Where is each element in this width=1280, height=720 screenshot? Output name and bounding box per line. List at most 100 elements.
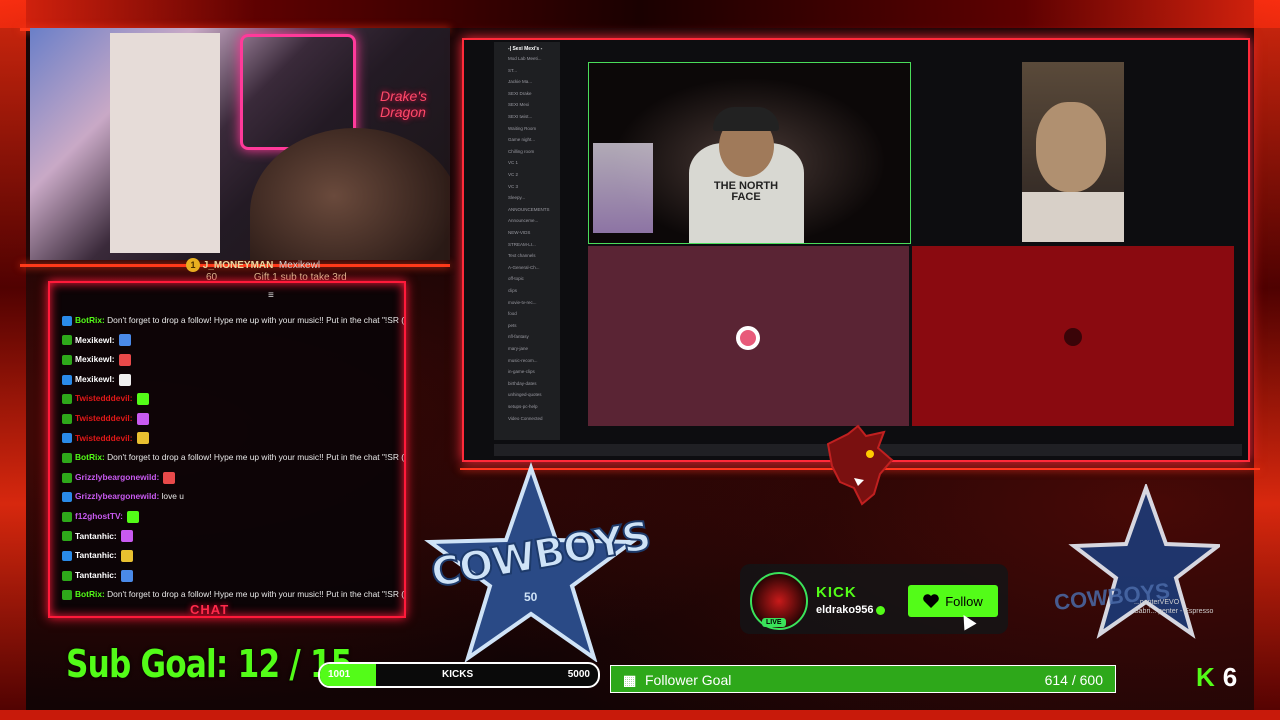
chat-message: Tantanhic: [62,529,133,543]
discord-channel-item[interactable]: Chilling room [508,149,534,154]
kick-k-icon: ▦ [623,672,637,688]
chat-username[interactable]: Mexikewl: [75,354,115,364]
webcam-feed: Drake's Dragon [30,28,450,260]
chat-username[interactable]: BotRix: [75,452,105,462]
channel-username-text: eldrako956 [816,604,874,616]
discord-channel-item[interactable]: Video Connected [508,416,542,421]
participant-shirt [1022,192,1124,242]
discord-channel-item[interactable]: ANNOUNCEMENTS [508,207,550,212]
discord-channel-item[interactable]: Text channels [508,253,536,258]
chat-message: BotRix: Don't forget to drop a follow! H… [62,313,404,327]
shirt-text: THE NORTH FACE [713,180,779,203]
cowboys-fifty: 50 [524,590,538,604]
discord-channel-item[interactable]: unhinged-quotes [508,392,542,397]
emote-icon [118,373,131,386]
chat-username[interactable]: Mexikewl: [75,374,115,384]
chat-text: Don't forget to drop a follow! Hype me u… [104,452,406,463]
discord-channel-item[interactable]: SEXI Drake [508,91,532,96]
discord-channel-item[interactable]: mary-jane [508,346,528,351]
discord-channel-item[interactable]: ST... [508,68,517,73]
frame-left-glow [0,0,26,720]
user-badge-icon [62,511,72,522]
chat-username[interactable]: BotRix: [75,589,105,599]
user-badge-icon [62,531,72,542]
emote-icon [120,569,133,582]
chat-username[interactable]: Grizzlybeargonewild: [75,472,159,482]
discord-channel-item[interactable]: Sleepy... [508,195,525,200]
user-avatar-icon [736,326,760,350]
user-badge-icon [62,590,72,601]
chat-text: love u [159,491,184,502]
chat-message: Grizzlybeargonewild: [62,470,176,484]
chat-message: Tantanhic: [62,568,133,582]
sub-goal: Sub Goal: 12 / 15 [66,642,352,686]
discord-channel-item[interactable]: Announceme... [508,218,538,223]
discord-channel-sidebar: -| Sexi Mexi's - Mod Lab Meeti... ST... Ja… [494,42,560,440]
discord-channel-item[interactable]: Waiting Room [508,126,536,131]
discord-channel-item[interactable]: Game night... [508,137,535,142]
follower-goal-label: Follower Goal [645,672,732,688]
discord-channel-item[interactable]: A-General-Ch... [508,265,540,270]
video-tile-participant [1022,62,1124,242]
chat-username[interactable]: Tantanhic: [75,531,117,541]
discord-channel-item[interactable]: SEXI twist... [508,114,532,119]
user-badge-icon [62,492,72,503]
now-playing-artist: ...penterVEVO [1134,599,1180,606]
kicks-progress-bar: 1001 KICKS 5000 [318,662,600,688]
frame-right-glow [1254,0,1280,720]
user-badge-icon [62,374,72,385]
chat-username[interactable]: Grizzlybeargonewild: [75,491,159,501]
chat-panel: BotRix: Don't forget to drop a follow! H… [48,281,406,618]
chat-message: f12ghostTV: [62,509,139,523]
chat-label: CHAT [190,602,230,617]
discord-channel-item[interactable]: off-topic [508,276,524,281]
discord-server-name[interactable]: -| Sexi Mexi's - [508,46,542,52]
chat-username[interactable]: Mexikewl: [75,335,115,345]
discord-channel-item[interactable]: food [508,311,517,316]
emote-icon [136,432,149,445]
discord-channel-item[interactable]: pets [508,323,517,328]
discord-channel-item[interactable]: music-recom... [508,358,538,363]
discord-channel-item[interactable]: Mod Lab Meeti... [508,56,542,61]
discord-channel-item[interactable]: nfl-fantasy [508,334,529,339]
kicks-start: 1001 [328,669,351,680]
chat-username[interactable]: Twistedddevil: [75,413,133,423]
sub-alert: 1 J_MONEYMAN Mexikewl 60 Gift 1 sub to t… [186,258,347,283]
chat-message: Twistedddevil: [62,431,149,445]
emote-icon [120,549,133,562]
chat-username[interactable]: f12ghostTV: [75,511,123,521]
discord-channel-item[interactable]: VC 3 [508,184,518,189]
chat-username[interactable]: Tantanhic: [75,550,117,560]
chat-scroll-icon[interactable]: ≡ [268,290,274,301]
discord-channel-item[interactable]: NEW-VIDS [508,230,530,235]
discord-channel-item[interactable]: setups-pc-help [508,404,538,409]
discord-channel-item[interactable]: SEXI Mexi [508,102,529,107]
follow-button[interactable]: Follow [908,585,998,617]
sub-goal-current: 12 [237,642,281,686]
chat-username[interactable]: Tantanhic: [75,570,117,580]
sub-goal-label: Sub Goal: [66,642,228,686]
discord-channel-item[interactable]: movie-tv-rec... [508,300,537,305]
video-tile-avatar-pink [588,246,909,426]
chat-message: Mexikewl: [62,372,131,386]
kick-brand: KICK [816,584,857,601]
emote-icon [118,353,131,366]
discord-channel-item[interactable]: VC 2 [508,172,518,177]
discord-channel-item[interactable]: in-game-clips [508,369,535,374]
kick-counter-letter: K [1196,662,1215,692]
user-badge-icon [62,413,72,424]
chat-username[interactable]: Twistedddevil: [75,433,133,443]
sub-goal-separator: / [289,642,300,686]
webcam-door [110,33,220,253]
user-badge-icon [62,570,72,581]
discord-channel-item[interactable]: clips [508,288,517,293]
discord-channel-item[interactable]: birthday-dates [508,381,537,386]
discord-channel-item[interactable]: STREAM-LI... [508,242,536,247]
user-badge-icon [62,335,72,346]
cowboys-logo: COWBOYS 50 [424,462,655,662]
channel-username: eldrako956 [816,604,886,616]
chat-username[interactable]: BotRix: [75,315,105,325]
discord-channel-item[interactable]: VC 1 [508,160,518,165]
discord-channel-item[interactable]: Jackie Ma... [508,79,532,84]
chat-username[interactable]: Twistedddevil: [75,393,133,403]
